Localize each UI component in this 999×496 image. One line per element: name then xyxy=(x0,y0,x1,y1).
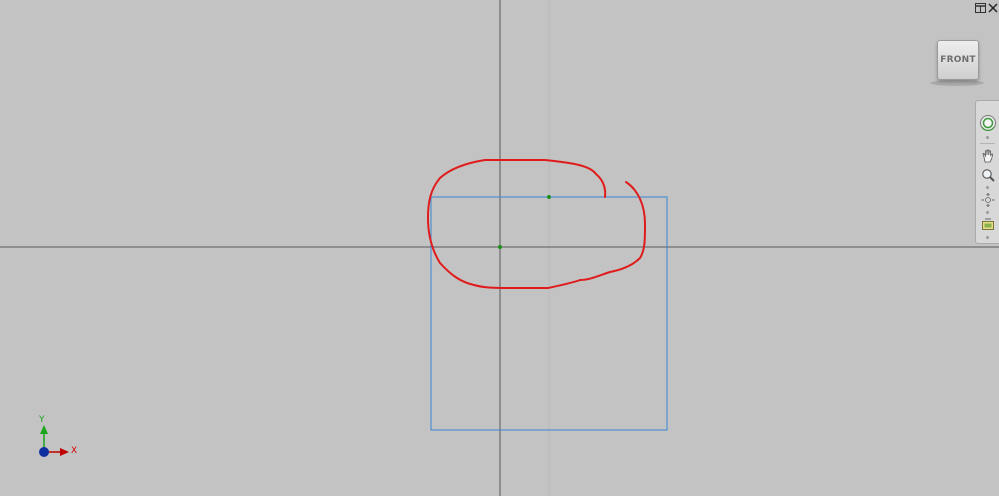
navigation-bar xyxy=(975,100,999,244)
hand-pan-icon[interactable] xyxy=(978,146,997,165)
sketch-canvas[interactable] xyxy=(0,0,999,496)
orbit-icon[interactable] xyxy=(978,190,997,209)
magnifier-zoom-icon[interactable] xyxy=(978,165,997,184)
y-axis-label: Y xyxy=(39,415,45,425)
viewcube[interactable]: FRONT xyxy=(937,40,979,80)
coordinate-triad: Y X xyxy=(30,412,90,464)
origin-point[interactable] xyxy=(498,245,502,249)
look-at-icon[interactable] xyxy=(978,215,997,234)
close-x-icon[interactable] xyxy=(986,1,999,15)
split-window-icon[interactable] xyxy=(973,1,987,15)
viewcube-shadow xyxy=(930,80,984,86)
midpoint-marker[interactable] xyxy=(547,195,551,199)
viewcube-face-label[interactable]: FRONT xyxy=(940,55,975,65)
tool-options-dot[interactable] xyxy=(986,211,989,214)
x-axis-label: X xyxy=(71,446,78,456)
tool-options-dot[interactable] xyxy=(986,136,989,139)
graphics-viewport[interactable]: FRONT Y X xyxy=(0,0,999,496)
tool-options-dot[interactable] xyxy=(986,186,989,189)
steering-wheel-icon[interactable] xyxy=(978,113,997,132)
toolbar-separator xyxy=(980,143,995,144)
tool-options-dot[interactable] xyxy=(986,236,989,239)
red-markup-circle xyxy=(427,159,646,289)
